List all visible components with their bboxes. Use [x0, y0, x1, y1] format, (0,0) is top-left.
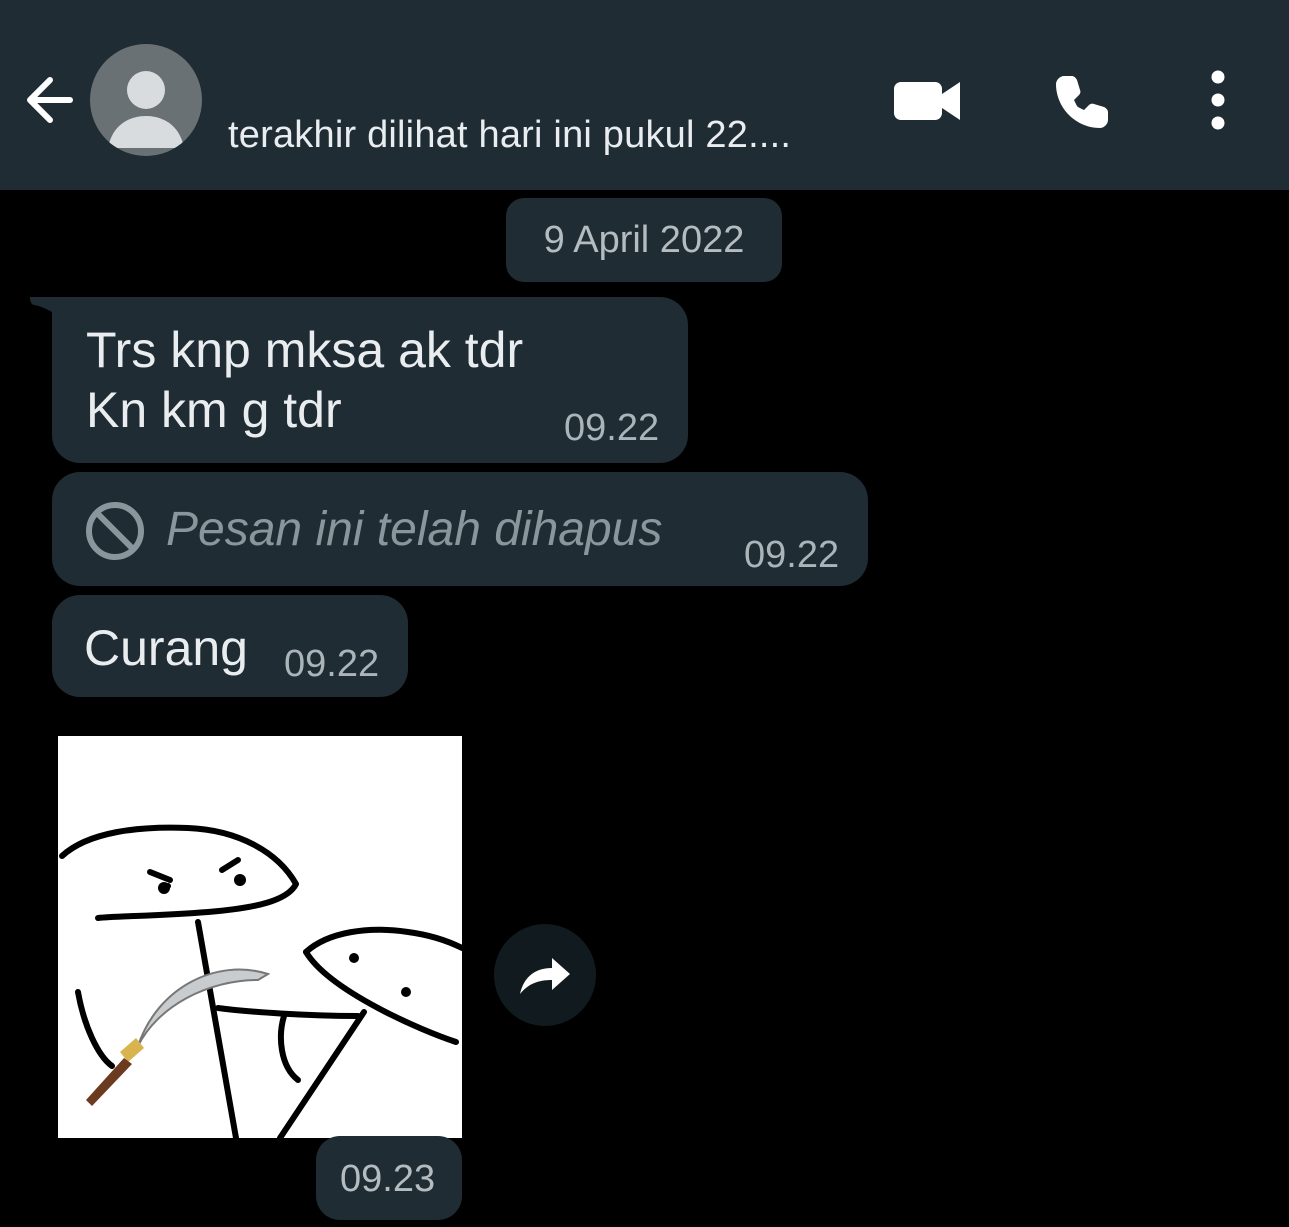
sticker-time-chip: 09.23 — [316, 1136, 462, 1220]
message-time: 09.22 — [744, 534, 840, 576]
forward-button[interactable] — [494, 924, 596, 1026]
chat-header: terakhir dilihat hari ini pukul 22.... — [0, 0, 1289, 190]
avatar[interactable] — [90, 44, 202, 156]
message-text: Curang — [84, 620, 248, 676]
date-separator: 9 April 2022 — [506, 198, 782, 282]
voice-call-button[interactable] — [1050, 70, 1114, 134]
deleted-message-bubble[interactable]: Pesan ini telah dihapus 09.22 — [52, 472, 868, 586]
video-camera-icon — [894, 82, 960, 120]
message-text-line: Kn km g tdr — [86, 382, 342, 438]
last-seen-status: terakhir dilihat hari ini pukul 22.... — [228, 114, 792, 156]
video-call-button[interactable] — [892, 72, 962, 128]
sticker-image[interactable] — [58, 736, 462, 1138]
person-avatar-icon — [108, 71, 184, 148]
arrow-left-icon — [27, 77, 73, 123]
block-icon — [86, 502, 144, 560]
phone-icon — [1056, 76, 1108, 128]
more-vertical-icon — [1211, 70, 1225, 130]
message-bubble[interactable]: Trs knp mksa ak tdr Kn km g tdr 09.22 — [52, 297, 688, 463]
message-bubble[interactable]: Curang 09.22 — [52, 595, 408, 697]
back-button[interactable] — [20, 68, 80, 132]
sticker-drawing — [59, 824, 462, 1138]
message-time: 09.22 — [564, 407, 660, 449]
deleted-message-text: Pesan ini telah dihapus — [166, 503, 663, 556]
message-text-line: Trs knp mksa ak tdr — [86, 322, 524, 378]
message-time: 09.23 — [340, 1158, 436, 1200]
forward-icon — [520, 958, 570, 994]
message-time: 09.22 — [284, 643, 380, 685]
more-options-button[interactable] — [1196, 68, 1240, 134]
